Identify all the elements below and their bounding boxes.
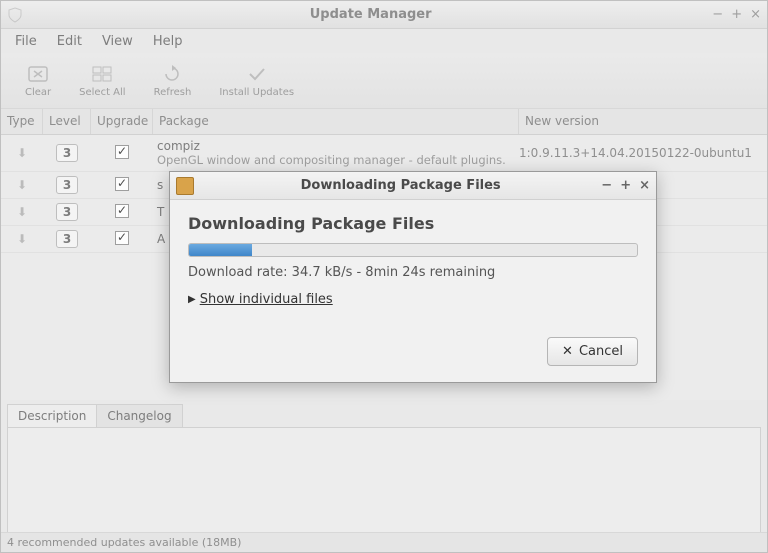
dialog-minimize-button[interactable]: − [601,178,612,193]
dialog-maximize-button[interactable]: + [620,178,631,193]
cancel-label: Cancel [579,344,623,359]
show-files-expander[interactable]: ▶ Show individual files [188,292,638,307]
download-dialog: Downloading Package Files − + × Download… [169,171,657,383]
download-rate-text: Download rate: 34.7 kB/s - 8min 24s rema… [188,265,638,280]
close-icon: ✕ [562,344,573,359]
chevron-right-icon: ▶ [188,294,196,305]
cancel-button[interactable]: ✕ Cancel [547,337,638,366]
expander-label: Show individual files [200,292,333,307]
dialog-heading: Downloading Package Files [188,214,638,233]
progress-bar [188,243,638,257]
progress-fill [189,244,252,256]
dialog-close-button[interactable]: × [639,178,650,193]
main-window: Update Manager − + × File Edit View Help… [0,0,768,553]
dialog-title: Downloading Package Files [200,178,601,193]
dialog-titlebar: Downloading Package Files − + × [170,172,656,200]
package-icon [176,177,194,195]
